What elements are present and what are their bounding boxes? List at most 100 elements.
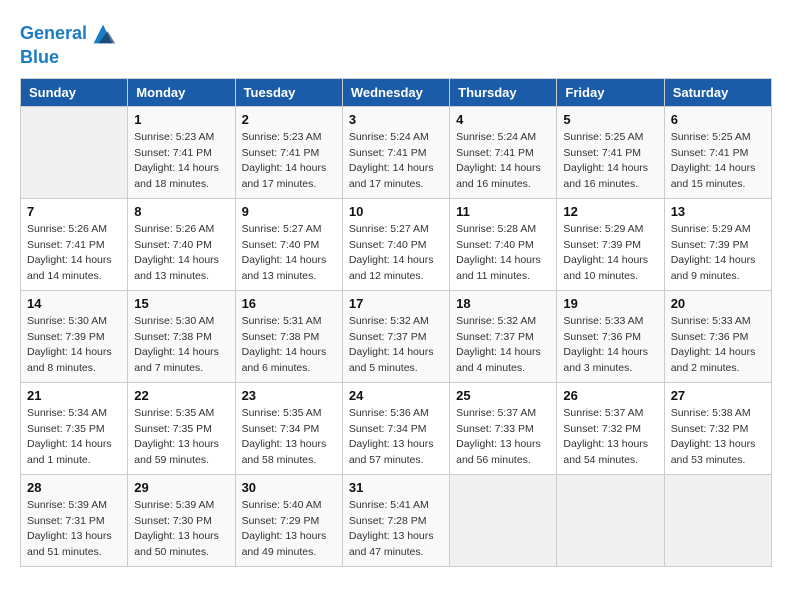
calendar-week-row: 1 Sunrise: 5:23 AMSunset: 7:41 PMDaylight…: [21, 106, 772, 198]
day-number: 4: [456, 112, 550, 127]
calendar-cell: 1 Sunrise: 5:23 AMSunset: 7:41 PMDaylight…: [128, 106, 235, 198]
day-number: 3: [349, 112, 443, 127]
day-number: 27: [671, 388, 765, 403]
day-info: Sunrise: 5:38 AMSunset: 7:32 PMDaylight:…: [671, 406, 765, 469]
day-number: 23: [242, 388, 336, 403]
day-info: Sunrise: 5:37 AMSunset: 7:32 PMDaylight:…: [563, 406, 657, 469]
calendar-cell: 17Sunrise: 5:32 AMSunset: 7:37 PMDayligh…: [342, 290, 449, 382]
day-info: Sunrise: 5:24 AMSunset: 7:41 PMDaylight:…: [456, 130, 550, 193]
day-info: Sunrise: 5:27 AMSunset: 7:40 PMDaylight:…: [349, 222, 443, 285]
day-info: Sunrise: 5:36 AMSunset: 7:34 PMDaylight:…: [349, 406, 443, 469]
day-number: 8: [134, 204, 228, 219]
day-number: 25: [456, 388, 550, 403]
day-info: Sunrise: 5:25 AMSunset: 7:41 PMDaylight:…: [563, 130, 657, 193]
day-number: 28: [27, 480, 121, 495]
calendar-cell: 31 Sunrise: 5:41 AMSunset: 7:28 PMDayligh…: [342, 474, 449, 566]
page-header: General Blue: [20, 20, 772, 68]
calendar-week-row: 7 Sunrise: 5:26 AMSunset: 7:41 PMDaylight…: [21, 198, 772, 290]
calendar-cell: 20 Sunrise: 5:33 AMSunset: 7:36 PMDayligh…: [664, 290, 771, 382]
day-info: Sunrise: 5:33 AMSunset: 7:36 PMDaylight:…: [563, 314, 657, 377]
day-of-week-header: Tuesday: [235, 78, 342, 106]
calendar-cell: 4 Sunrise: 5:24 AMSunset: 7:41 PMDaylight…: [450, 106, 557, 198]
day-of-week-header: Friday: [557, 78, 664, 106]
day-number: 20: [671, 296, 765, 311]
logo-icon: [89, 20, 117, 48]
day-info: Sunrise: 5:26 AMSunset: 7:40 PMDaylight:…: [134, 222, 228, 285]
day-number: 19: [563, 296, 657, 311]
day-of-week-header: Wednesday: [342, 78, 449, 106]
day-info: Sunrise: 5:25 AMSunset: 7:41 PMDaylight:…: [671, 130, 765, 193]
calendar-cell: 19 Sunrise: 5:33 AMSunset: 7:36 PMDayligh…: [557, 290, 664, 382]
day-info: Sunrise: 5:39 AMSunset: 7:31 PMDaylight:…: [27, 498, 121, 561]
calendar-cell: 21 Sunrise: 5:34 AMSunset: 7:35 PMDayligh…: [21, 382, 128, 474]
day-info: Sunrise: 5:29 AMSunset: 7:39 PMDaylight:…: [671, 222, 765, 285]
calendar-cell: [557, 474, 664, 566]
day-info: Sunrise: 5:29 AMSunset: 7:39 PMDaylight:…: [563, 222, 657, 285]
calendar-cell: 9Sunrise: 5:27 AMSunset: 7:40 PMDaylight…: [235, 198, 342, 290]
calendar-cell: 12Sunrise: 5:29 AMSunset: 7:39 PMDayligh…: [557, 198, 664, 290]
calendar-week-row: 28 Sunrise: 5:39 AMSunset: 7:31 PMDayligh…: [21, 474, 772, 566]
calendar-cell: 14Sunrise: 5:30 AMSunset: 7:39 PMDayligh…: [21, 290, 128, 382]
day-info: Sunrise: 5:41 AMSunset: 7:28 PMDaylight:…: [349, 498, 443, 561]
day-info: Sunrise: 5:26 AMSunset: 7:41 PMDaylight:…: [27, 222, 121, 285]
calendar-cell: 7 Sunrise: 5:26 AMSunset: 7:41 PMDaylight…: [21, 198, 128, 290]
calendar-cell: 8 Sunrise: 5:26 AMSunset: 7:40 PMDaylight…: [128, 198, 235, 290]
calendar-cell: 6 Sunrise: 5:25 AMSunset: 7:41 PMDaylight…: [664, 106, 771, 198]
day-info: Sunrise: 5:28 AMSunset: 7:40 PMDaylight:…: [456, 222, 550, 285]
day-info: Sunrise: 5:31 AMSunset: 7:38 PMDaylight:…: [242, 314, 336, 377]
calendar-cell: 22Sunrise: 5:35 AMSunset: 7:35 PMDayligh…: [128, 382, 235, 474]
day-info: Sunrise: 5:35 AMSunset: 7:34 PMDaylight:…: [242, 406, 336, 469]
day-info: Sunrise: 5:27 AMSunset: 7:40 PMDaylight:…: [242, 222, 336, 285]
logo: General Blue: [20, 20, 117, 68]
day-info: Sunrise: 5:32 AMSunset: 7:37 PMDaylight:…: [349, 314, 443, 377]
day-info: Sunrise: 5:40 AMSunset: 7:29 PMDaylight:…: [242, 498, 336, 561]
calendar-week-row: 21 Sunrise: 5:34 AMSunset: 7:35 PMDayligh…: [21, 382, 772, 474]
logo-text: General Blue: [20, 20, 117, 68]
day-number: 24: [349, 388, 443, 403]
day-number: 1: [134, 112, 228, 127]
day-number: 11: [456, 204, 550, 219]
day-info: Sunrise: 5:39 AMSunset: 7:30 PMDaylight:…: [134, 498, 228, 561]
calendar-cell: [21, 106, 128, 198]
day-info: Sunrise: 5:33 AMSunset: 7:36 PMDaylight:…: [671, 314, 765, 377]
day-of-week-header: Monday: [128, 78, 235, 106]
day-number: 26: [563, 388, 657, 403]
calendar-cell: 2Sunrise: 5:23 AMSunset: 7:41 PMDaylight…: [235, 106, 342, 198]
calendar-cell: 30 Sunrise: 5:40 AMSunset: 7:29 PMDayligh…: [235, 474, 342, 566]
calendar-cell: 3Sunrise: 5:24 AMSunset: 7:41 PMDaylight…: [342, 106, 449, 198]
day-number: 10: [349, 204, 443, 219]
day-number: 30: [242, 480, 336, 495]
calendar-cell: [664, 474, 771, 566]
day-number: 16: [242, 296, 336, 311]
calendar-cell: 5Sunrise: 5:25 AMSunset: 7:41 PMDaylight…: [557, 106, 664, 198]
day-of-week-header: Sunday: [21, 78, 128, 106]
day-of-week-header: Saturday: [664, 78, 771, 106]
calendar-cell: 25 Sunrise: 5:37 AMSunset: 7:33 PMDayligh…: [450, 382, 557, 474]
day-number: 14: [27, 296, 121, 311]
day-info: Sunrise: 5:37 AMSunset: 7:33 PMDaylight:…: [456, 406, 550, 469]
day-number: 21: [27, 388, 121, 403]
day-info: Sunrise: 5:34 AMSunset: 7:35 PMDaylight:…: [27, 406, 121, 469]
calendar-cell: 26 Sunrise: 5:37 AMSunset: 7:32 PMDayligh…: [557, 382, 664, 474]
calendar-cell: 13Sunrise: 5:29 AMSunset: 7:39 PMDayligh…: [664, 198, 771, 290]
calendar-cell: 15 Sunrise: 5:30 AMSunset: 7:38 PMDayligh…: [128, 290, 235, 382]
calendar-header-row: SundayMondayTuesdayWednesdayThursdayFrid…: [21, 78, 772, 106]
calendar-cell: 11 Sunrise: 5:28 AMSunset: 7:40 PMDayligh…: [450, 198, 557, 290]
calendar-cell: 16 Sunrise: 5:31 AMSunset: 7:38 PMDayligh…: [235, 290, 342, 382]
calendar-cell: [450, 474, 557, 566]
calendar-cell: 24 Sunrise: 5:36 AMSunset: 7:34 PMDayligh…: [342, 382, 449, 474]
calendar-week-row: 14Sunrise: 5:30 AMSunset: 7:39 PMDayligh…: [21, 290, 772, 382]
day-number: 7: [27, 204, 121, 219]
day-number: 29: [134, 480, 228, 495]
calendar-cell: 10 Sunrise: 5:27 AMSunset: 7:40 PMDayligh…: [342, 198, 449, 290]
calendar-table: SundayMondayTuesdayWednesdayThursdayFrid…: [20, 78, 772, 567]
day-number: 15: [134, 296, 228, 311]
day-number: 6: [671, 112, 765, 127]
day-info: Sunrise: 5:30 AMSunset: 7:38 PMDaylight:…: [134, 314, 228, 377]
day-of-week-header: Thursday: [450, 78, 557, 106]
calendar-cell: 27 Sunrise: 5:38 AMSunset: 7:32 PMDayligh…: [664, 382, 771, 474]
day-info: Sunrise: 5:23 AMSunset: 7:41 PMDaylight:…: [134, 130, 228, 193]
day-number: 31: [349, 480, 443, 495]
day-number: 22: [134, 388, 228, 403]
day-info: Sunrise: 5:23 AMSunset: 7:41 PMDaylight:…: [242, 130, 336, 193]
